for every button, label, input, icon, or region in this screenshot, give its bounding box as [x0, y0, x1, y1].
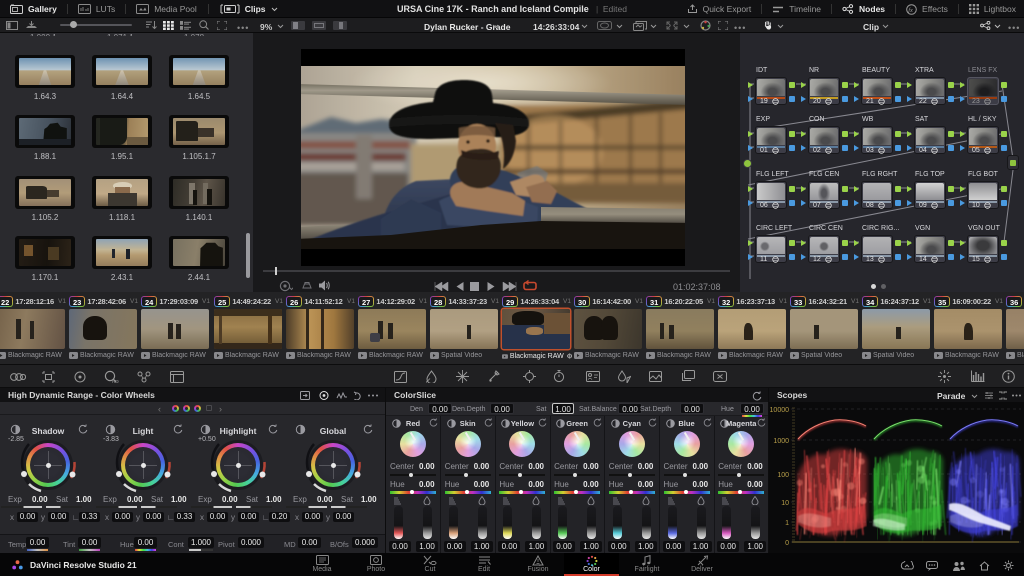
svg-text:10000: 10000	[770, 407, 790, 414]
svg-text:1: 1	[785, 520, 789, 527]
svg-text:fx: fx	[908, 6, 913, 13]
svg-text:100: 100	[777, 472, 789, 479]
svg-text:0: 0	[785, 540, 789, 547]
svg-text:10: 10	[781, 500, 789, 507]
svg-text:HDR: HDR	[112, 379, 119, 384]
svg-text:1000: 1000	[773, 438, 789, 445]
